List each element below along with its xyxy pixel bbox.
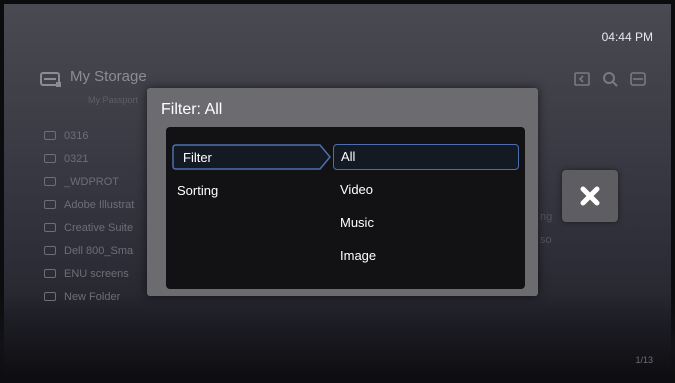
folder-icon [44,292,56,301]
option-video[interactable]: Video [333,177,519,203]
option-music[interactable]: Music [333,210,519,236]
page-counter: 1/13 [635,355,653,365]
storage-title: My Storage [70,68,147,85]
folder-icon [44,177,56,186]
close-button[interactable] [562,170,618,222]
folder-item[interactable]: Dell 800_Sma [44,239,134,262]
background-text: ng [540,211,553,223]
folder-icon [44,131,56,140]
folder-item[interactable]: Adobe Illustrat [44,193,134,216]
dialog-title: Filter: All [161,101,223,118]
storage-subtitle: My Passport [88,95,139,105]
folder-item[interactable]: 0316 [44,124,134,147]
close-icon [580,186,600,206]
dialog-panel: Filter Sorting All Video Music Image [166,127,525,289]
folder-icon [44,154,56,163]
folder-item[interactable]: 0321 [44,147,134,170]
folder-item[interactable]: New Folder [44,285,134,308]
clock: 04:44 PM [601,30,653,44]
menu-item-label: Filter [183,150,212,165]
option-all[interactable]: All [333,144,519,170]
folder-icon [44,246,56,255]
folder-icon [44,223,56,232]
folder-item[interactable]: Creative Suite [44,216,134,239]
top-toolbar [573,70,647,88]
background-text: so [540,234,552,246]
view-toggle-icon[interactable] [573,70,591,88]
storage-drive-icon [40,70,62,88]
folder-icon [44,200,56,209]
search-icon[interactable] [601,70,619,88]
menu-item-sorting[interactable]: Sorting [177,183,218,198]
folder-item[interactable]: ENU screens [44,262,134,285]
folder-icon [44,269,56,278]
filter-options: All Video Music Image [333,144,519,276]
option-image[interactable]: Image [333,243,519,269]
folder-item[interactable]: _WDPROT [44,170,134,193]
menu-item-filter[interactable]: Filter [172,144,331,170]
filter-dialog: Filter: All Filter Sorting All Video Mus… [147,88,538,296]
device-icon[interactable] [629,70,647,88]
folder-list: 0316 0321 _WDPROT Adobe Illustrat Creati… [44,124,134,308]
